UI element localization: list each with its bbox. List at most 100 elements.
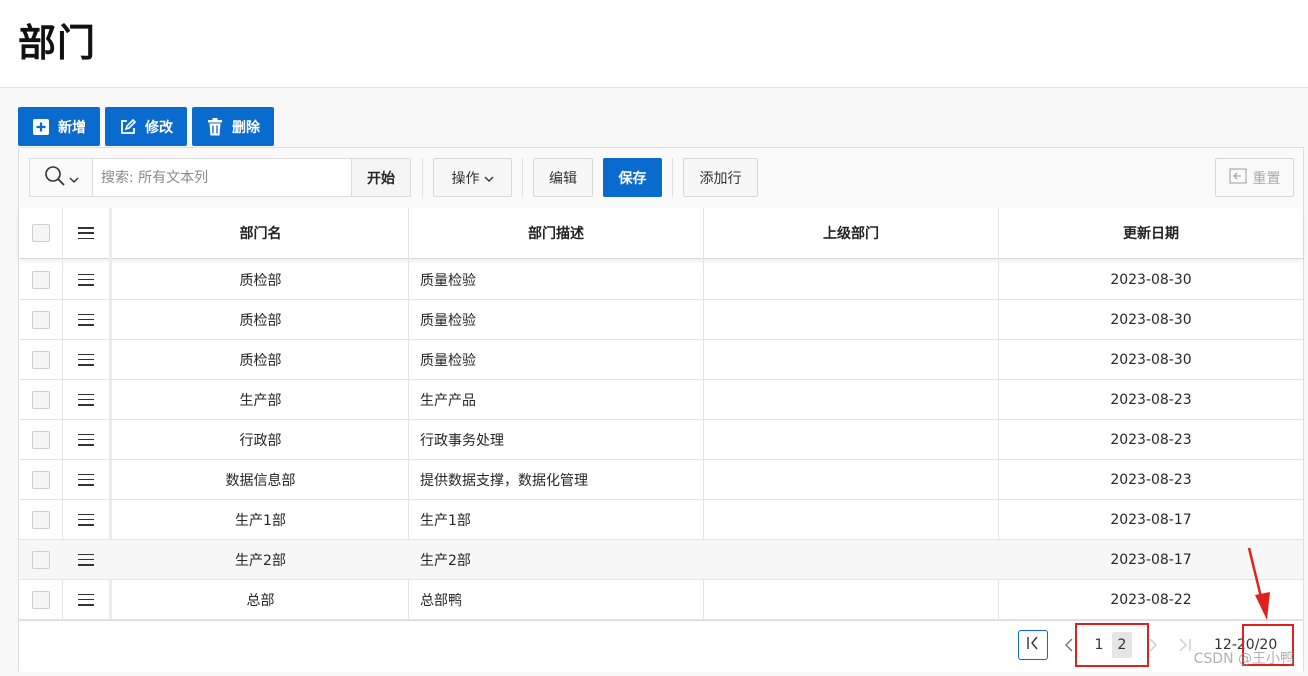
red-arrow-annotation [1247, 547, 1270, 620]
cell-dept-desc[interactable]: 质量检验 [420, 340, 702, 379]
row-checkbox[interactable] [31, 270, 50, 289]
cell-updated-date[interactable]: 2023-08-17 [999, 500, 1303, 539]
table-row[interactable]: 生产部 生产产品 2023-08-23 [19, 380, 1303, 420]
cell-dept-name[interactable]: 生产2部 [113, 540, 408, 579]
select-all-checkbox[interactable] [31, 224, 50, 242]
row-actions-header [63, 208, 109, 258]
table-row[interactable]: 质检部 质量检验 2023-08-30 [19, 300, 1303, 340]
cell-parent-dept[interactable] [716, 340, 998, 379]
row-menu-icon[interactable] [78, 513, 94, 526]
row-menu-icon[interactable] [78, 393, 94, 406]
table-row[interactable]: 总部 总部鸭 2023-08-22 [19, 580, 1303, 620]
column-header-dept-desc[interactable]: 部门描述 [409, 208, 703, 258]
row-checkbox[interactable] [31, 590, 50, 609]
cell-dept-name[interactable]: 质检部 [113, 260, 408, 299]
row-menu-icon[interactable] [78, 353, 94, 366]
cell-updated-date[interactable]: 2023-08-30 [999, 260, 1303, 299]
reset-icon [1228, 167, 1247, 188]
cell-updated-date[interactable]: 2023-08-30 [999, 300, 1303, 339]
cell-updated-date[interactable]: 2023-08-23 [999, 460, 1303, 499]
toolbar-separator [422, 158, 423, 197]
table-row[interactable]: 生产2部 生产2部 2023-08-17 [19, 540, 1303, 580]
add-button[interactable]: 新增 [18, 107, 100, 146]
page-title: 部门 [18, 21, 97, 65]
table-row[interactable]: 数据信息部 提供数据支撑，数据化管理 2023-08-23 [19, 460, 1303, 500]
cell-parent-dept[interactable] [716, 460, 998, 499]
plus-square-icon [32, 118, 50, 136]
row-menu-icon[interactable] [78, 553, 94, 566]
table-row[interactable]: 行政部 行政事务处理 2023-08-23 [19, 420, 1303, 460]
table-row[interactable]: 质检部 质量检验 2023-08-30 [19, 340, 1303, 380]
cell-dept-desc[interactable]: 生产产品 [420, 380, 702, 419]
column-header-parent-dept[interactable]: 上级部门 [704, 208, 998, 258]
last-page-icon [1179, 638, 1191, 652]
row-checkbox[interactable] [31, 510, 50, 529]
row-checkbox[interactable] [31, 430, 50, 449]
interactive-grid-region: 开始 操作 编辑 保存 添加行 重置 部门名 部门描述 上级部门 [18, 147, 1304, 672]
actions-menu-label: 操作 [451, 170, 480, 187]
cell-parent-dept[interactable] [716, 300, 998, 339]
reset-label: 重置 [1252, 170, 1281, 187]
highlight-box-pages [1075, 623, 1149, 667]
grid-toolbar: 开始 操作 编辑 保存 添加行 重置 [19, 148, 1303, 209]
search-go-button[interactable]: 开始 [351, 159, 410, 196]
row-checkbox[interactable] [31, 310, 50, 329]
cell-dept-desc[interactable]: 提供数据支撑，数据化管理 [420, 460, 702, 499]
column-header-updated-date[interactable]: 更新日期 [999, 208, 1303, 258]
cell-dept-desc[interactable]: 总部鸭 [420, 580, 702, 619]
cell-dept-desc[interactable]: 质量检验 [420, 300, 702, 339]
cell-updated-date[interactable]: 2023-08-30 [999, 340, 1303, 379]
search-column-selector[interactable] [30, 159, 93, 196]
grid-edit-button[interactable]: 编辑 [533, 158, 593, 197]
row-checkbox[interactable] [31, 470, 50, 489]
reset-button[interactable]: 重置 [1215, 158, 1294, 197]
cell-parent-dept[interactable] [716, 260, 998, 299]
action-buttons: 新增 修改 删除 [18, 107, 274, 146]
cell-parent-dept[interactable] [716, 540, 998, 579]
save-button[interactable]: 保存 [603, 158, 662, 197]
delete-button-label: 删除 [232, 119, 260, 136]
edit-button[interactable]: 修改 [105, 107, 187, 146]
cell-dept-name[interactable]: 数据信息部 [113, 460, 408, 499]
delete-button[interactable]: 删除 [192, 107, 274, 146]
cell-dept-desc[interactable]: 生产2部 [420, 540, 702, 579]
chevron-left-icon [1065, 638, 1073, 652]
row-menu-icon[interactable] [78, 593, 94, 606]
row-menu-icon[interactable] [78, 433, 94, 446]
table-row[interactable]: 质检部 质量检验 2023-08-30 [19, 260, 1303, 300]
row-checkbox[interactable] [31, 350, 50, 369]
first-page-button[interactable] [1018, 630, 1048, 660]
cell-parent-dept[interactable] [716, 380, 998, 419]
row-menu-icon[interactable] [78, 313, 94, 326]
chevron-right-icon [1149, 638, 1157, 652]
table-row[interactable]: 生产1部 生产1部 2023-08-17 [19, 500, 1303, 540]
cell-dept-name[interactable]: 生产1部 [113, 500, 408, 539]
row-menu-icon[interactable] [78, 473, 94, 486]
chevron-down-icon [484, 170, 494, 186]
cell-parent-dept[interactable] [716, 580, 998, 619]
cell-dept-name[interactable]: 生产部 [113, 380, 408, 419]
cell-dept-desc[interactable]: 质量检验 [420, 260, 702, 299]
cell-dept-name[interactable]: 总部 [113, 580, 408, 619]
cell-updated-date[interactable]: 2023-08-23 [999, 380, 1303, 419]
cell-dept-desc[interactable]: 行政事务处理 [420, 420, 702, 459]
last-page-button[interactable] [1175, 630, 1195, 660]
select-all-cell [19, 208, 62, 258]
cell-parent-dept[interactable] [716, 420, 998, 459]
row-checkbox[interactable] [31, 550, 50, 569]
cell-dept-name[interactable]: 行政部 [113, 420, 408, 459]
cell-dept-desc[interactable]: 生产1部 [420, 500, 702, 539]
row-menu-icon[interactable] [78, 273, 94, 286]
cell-updated-date[interactable]: 2023-08-23 [999, 420, 1303, 459]
cell-parent-dept[interactable] [716, 500, 998, 539]
cell-dept-name[interactable]: 质检部 [113, 340, 408, 379]
cell-dept-name[interactable]: 质检部 [113, 300, 408, 339]
grid-header: 部门名 部门描述 上级部门 更新日期 [19, 208, 1303, 259]
actions-menu-button[interactable]: 操作 [433, 158, 512, 197]
search-bar: 开始 [29, 158, 411, 197]
add-row-button[interactable]: 添加行 [683, 158, 758, 197]
search-input[interactable] [93, 159, 351, 196]
row-checkbox[interactable] [31, 390, 50, 409]
column-header-dept-name[interactable]: 部门名 [113, 208, 408, 258]
chevron-down-icon [69, 168, 79, 187]
